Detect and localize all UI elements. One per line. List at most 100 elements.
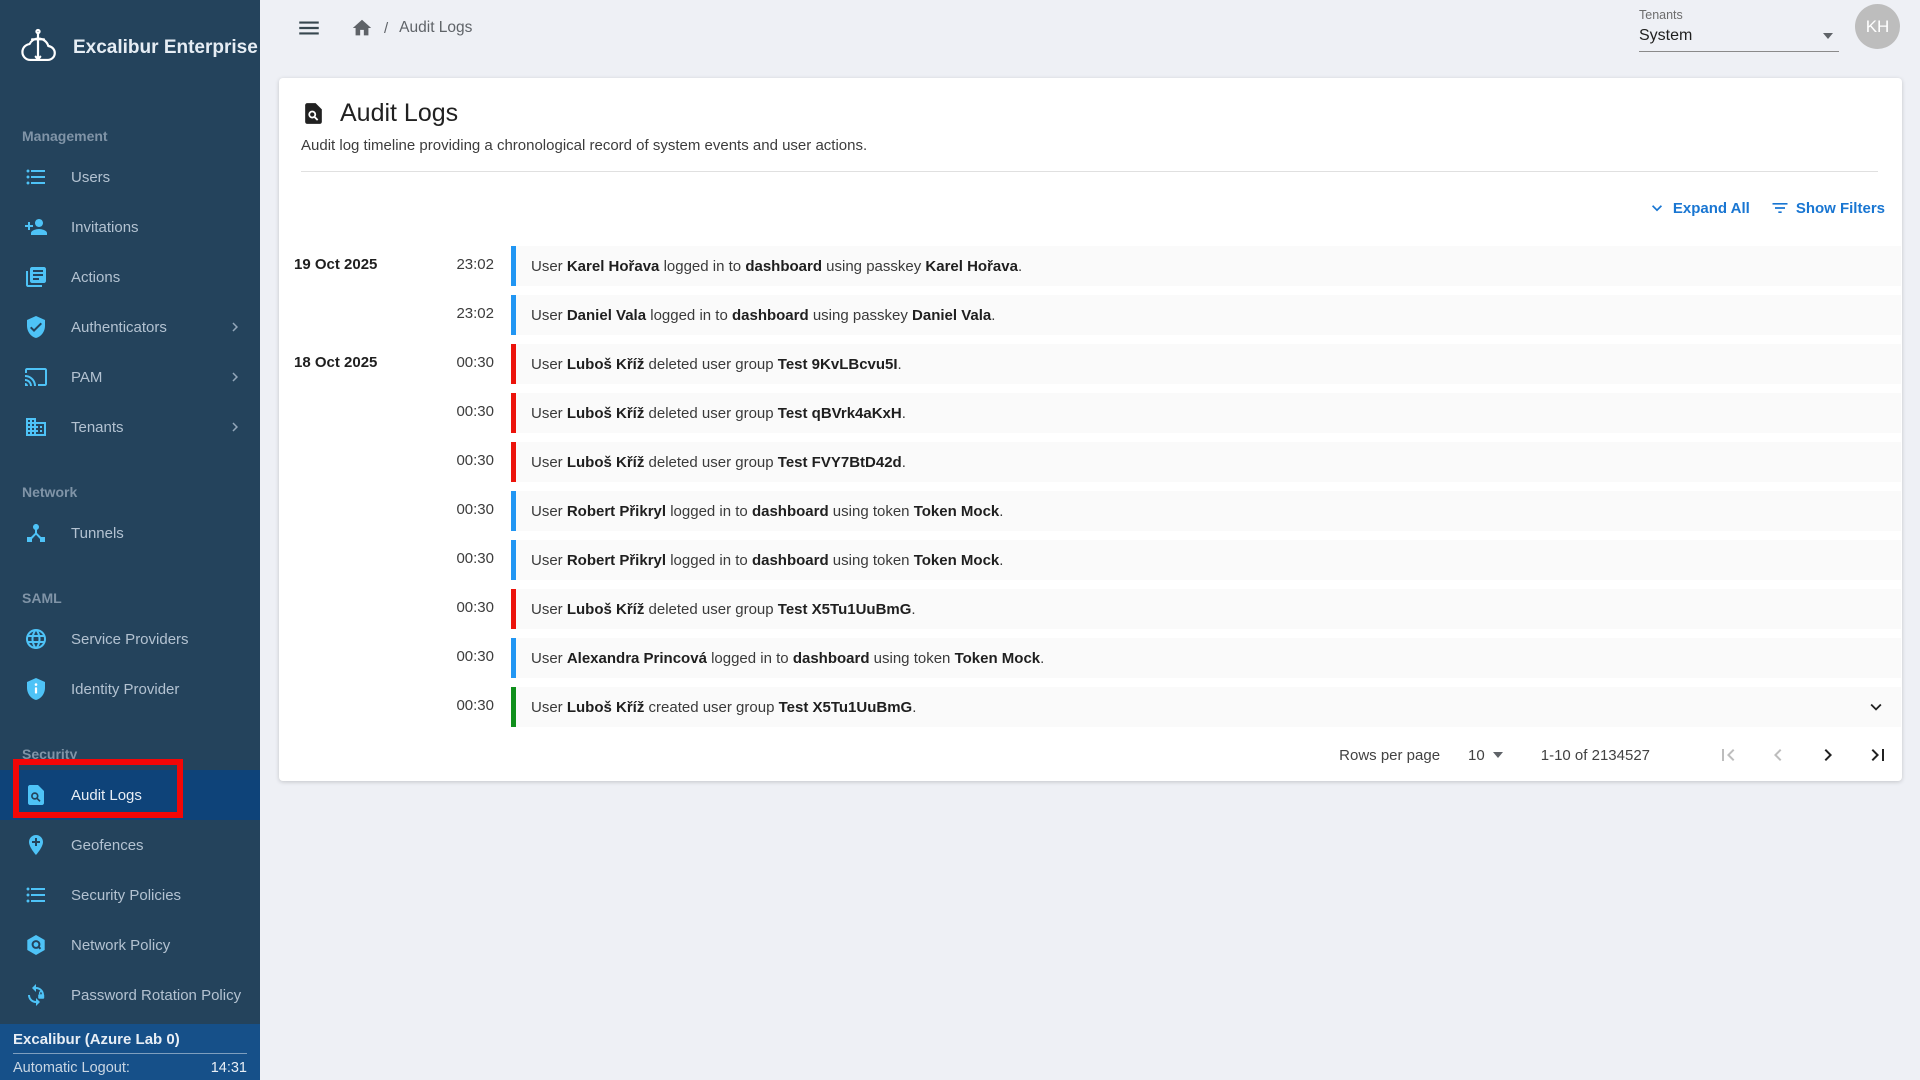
shield-info-icon	[24, 677, 48, 701]
next-page-icon[interactable]	[1816, 743, 1840, 767]
rotate-lock-icon	[24, 983, 48, 1007]
sidebar-section-management: Management Users Invitations Actions Aut…	[0, 128, 260, 452]
sidebar-item-audit-logs[interactable]: Audit Logs	[0, 770, 260, 820]
breadcrumb-separator: /	[384, 20, 388, 37]
timeline-event[interactable]: User Alexandra Princová logged in to das…	[511, 638, 1901, 678]
auto-logout-label: Automatic Logout:	[13, 1060, 130, 1076]
chevron-down-icon[interactable]	[1865, 696, 1887, 718]
breadcrumb: Audit Logs	[399, 19, 472, 37]
sidebar-item-identity-provider[interactable]: Identity Provider	[0, 664, 260, 714]
chevron-right-icon	[226, 368, 244, 386]
building-icon	[24, 415, 48, 439]
timeline-row: 00:30User Robert Přikryl logged in to da…	[294, 540, 1901, 580]
timeline-event[interactable]: User Luboš Kříž deleted user group Test …	[511, 442, 1901, 482]
page-title: Audit Logs	[340, 99, 458, 128]
home-icon[interactable]	[351, 17, 373, 39]
section-title: Management	[0, 128, 260, 144]
sidebar-item-geofences[interactable]: Geofences	[0, 820, 260, 870]
timeline-date	[294, 589, 434, 629]
sidebar-item-actions[interactable]: Actions	[0, 252, 260, 302]
tenants-select-value: System	[1639, 27, 1692, 45]
expand-all-label: Expand All	[1673, 200, 1750, 217]
chevron-down-icon	[1647, 198, 1667, 218]
sidebar-item-password-rotation-policy[interactable]: Password Rotation Policy	[0, 970, 260, 1020]
prev-page-icon[interactable]	[1766, 743, 1790, 767]
event-text: User Robert Přikryl logged in to dashboa…	[531, 552, 1003, 569]
app-logo-row: Excalibur Enterprise	[0, 0, 260, 96]
timeline-row: 00:30User Alexandra Princová logged in t…	[294, 638, 1901, 678]
timeline-event[interactable]: User Daniel Vala logged in to dashboard …	[511, 295, 1901, 335]
menu-icon[interactable]	[296, 15, 322, 41]
show-filters-button[interactable]: Show Filters	[1770, 198, 1885, 218]
section-title: Security	[0, 746, 260, 762]
dropdown-caret-icon	[1823, 33, 1833, 39]
timeline-date	[294, 393, 434, 433]
pagination: Rows per page 10 1-10 of 2134527	[279, 743, 1902, 767]
globe-icon	[24, 627, 48, 651]
sidebar-section-security: Security Audit Logs Geofences Security P…	[0, 746, 260, 1020]
timeline-row: 23:02 User Daniel Vala logged in to dashb…	[294, 295, 1901, 335]
event-text: User Alexandra Princová logged in to das…	[531, 650, 1044, 667]
timeline-event[interactable]: User Karel Hořava logged in to dashboard…	[511, 246, 1901, 286]
cast-icon	[24, 365, 48, 389]
sidebar-item-service-providers[interactable]: Service Providers	[0, 614, 260, 664]
tenants-select[interactable]: Tenants System	[1639, 8, 1839, 52]
event-status-bar	[511, 540, 516, 580]
timeline-time: 00:30	[434, 344, 494, 384]
expand-all-button[interactable]: Expand All	[1647, 198, 1750, 218]
sidebar-item-users[interactable]: Users	[0, 152, 260, 202]
chevron-right-icon	[226, 418, 244, 436]
avatar[interactable]: KH	[1855, 4, 1900, 49]
timeline-time: 00:30	[434, 589, 494, 629]
avatar-initials: KH	[1866, 17, 1890, 37]
timeline-event[interactable]: User Robert Přikryl logged in to dashboa…	[511, 540, 1901, 580]
timeline-event[interactable]: User Luboš Kříž created user group Test …	[511, 687, 1901, 727]
list-icon	[24, 165, 48, 189]
event-text: User Robert Přikryl logged in to dashboa…	[531, 503, 1003, 520]
add-location-icon	[24, 833, 48, 857]
timeline-row: 00:30 User Luboš Kříž deleted user group …	[294, 393, 1901, 433]
sidebar-item-tunnels[interactable]: Tunnels	[0, 508, 260, 558]
sidebar-item-label: Actions	[71, 269, 120, 286]
timeline-time: 00:30	[434, 393, 494, 433]
timeline-time: 23:02	[434, 295, 494, 335]
hexagon-shield-icon	[24, 933, 48, 957]
last-page-icon[interactable]	[1866, 743, 1890, 767]
section-title: Network	[0, 484, 260, 500]
event-text: User Daniel Vala logged in to dashboard …	[531, 307, 995, 324]
pagination-range: 1-10 of 2134527	[1541, 747, 1650, 764]
timeline-row: 18 Oct 202500:30 User Luboš Kříž deleted …	[294, 344, 1901, 384]
timeline-event[interactable]: User Luboš Kříž deleted user group Test …	[511, 589, 1901, 629]
timeline-event[interactable]: User Luboš Kříž deleted user group Test …	[511, 344, 1901, 384]
event-status-bar	[511, 344, 516, 384]
event-text: User Karel Hořava logged in to dashboard…	[531, 258, 1022, 275]
sidebar-item-label: Tunnels	[71, 525, 124, 542]
person-add-icon	[24, 215, 48, 239]
timeline-date	[294, 540, 434, 580]
timeline-event[interactable]: User Luboš Kříž deleted user group Test …	[511, 393, 1901, 433]
sidebar-item-network-policy[interactable]: Network Policy	[0, 920, 260, 970]
rows-per-page-label: Rows per page	[1339, 747, 1440, 764]
section-title: SAML	[0, 590, 260, 606]
sidebar-item-authenticators[interactable]: Authenticators	[0, 302, 260, 352]
timeline-event[interactable]: User Robert Přikryl logged in to dashboa…	[511, 491, 1901, 531]
sidebar-item-security-policies[interactable]: Security Policies	[0, 870, 260, 920]
dropdown-caret-icon	[1493, 752, 1503, 758]
event-status-bar	[511, 589, 516, 629]
library-icon	[24, 265, 48, 289]
first-page-icon[interactable]	[1716, 743, 1740, 767]
timeline-row: 00:30User Luboš Kříž deleted user group …	[294, 442, 1901, 482]
timeline-row: 00:30User Robert Přikryl logged in to da…	[294, 491, 1901, 531]
sidebar-item-label: Geofences	[71, 837, 144, 854]
sidebar-item-invitations[interactable]: Invitations	[0, 202, 260, 252]
timeline-date	[294, 295, 434, 335]
event-status-bar	[511, 295, 516, 335]
timeline-date: 18 Oct 2025	[294, 344, 434, 384]
event-status-bar	[511, 687, 516, 727]
filter-icon	[1770, 198, 1790, 218]
page-description: Audit log timeline providing a chronolog…	[301, 137, 1878, 154]
sidebar-item-pam[interactable]: PAM	[0, 352, 260, 402]
list-icon	[24, 883, 48, 907]
sidebar-item-tenants[interactable]: Tenants	[0, 402, 260, 452]
rows-per-page-select[interactable]: 10	[1468, 747, 1503, 764]
